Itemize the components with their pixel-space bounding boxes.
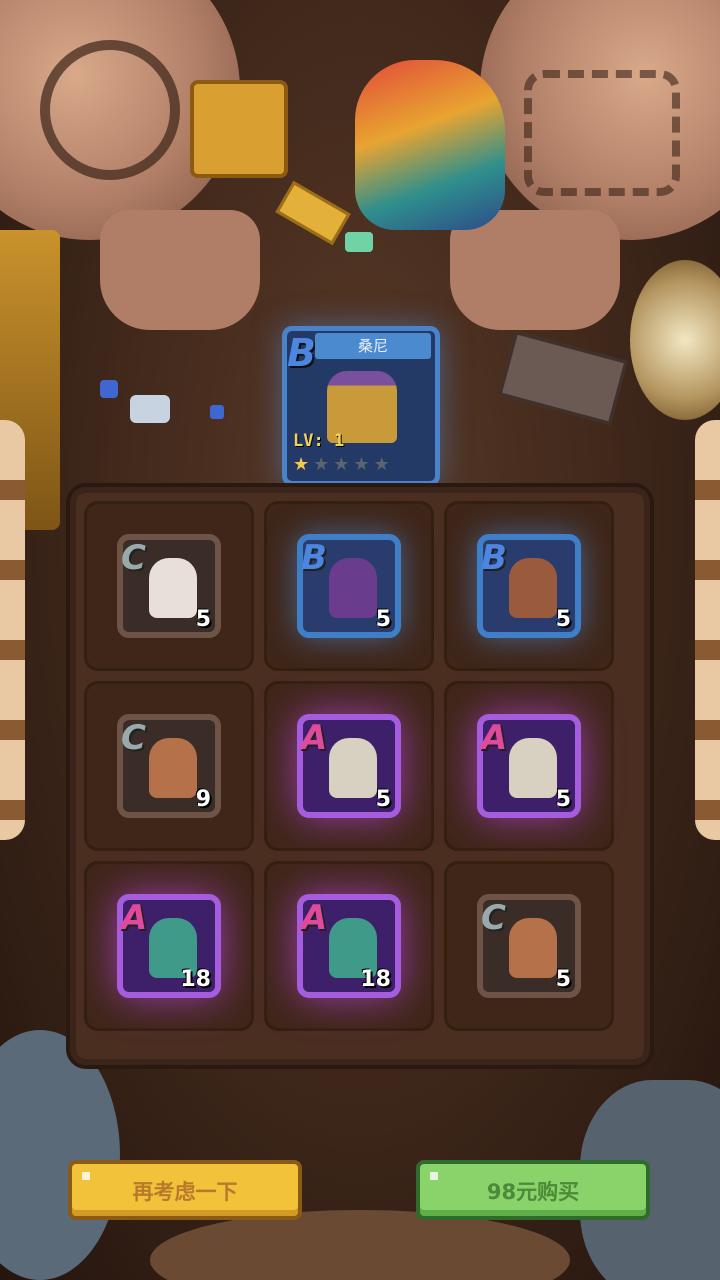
card-count: 5: [375, 787, 391, 812]
white-beard-sage-portrait-icon: [329, 738, 377, 798]
grid-slot: A5: [444, 681, 614, 851]
grid-slot: A 18: [84, 861, 254, 1031]
card-count: 5: [555, 787, 571, 812]
character-card[interactable]: B5: [297, 534, 401, 638]
character-card[interactable]: A5: [477, 714, 581, 818]
card-rank-badge: A: [301, 898, 328, 938]
dish-decoration: [150, 1210, 570, 1280]
green-gem-decoration: [345, 232, 373, 252]
character-card[interactable]: B5: [477, 534, 581, 638]
brown-fighter-portrait-icon: [509, 558, 557, 618]
button-shine: [82, 1172, 90, 1180]
grid-slot: A 18: [264, 861, 434, 1031]
card-rank-badge: A: [481, 718, 508, 758]
reward-grid: C 5 B 5 B 5 C 9 A 5 A 5 A 18 A 18 C 5: [70, 487, 650, 1065]
purple-shadow-portrait-icon: [329, 558, 377, 618]
character-card[interactable]: A5: [297, 714, 401, 818]
right-tattoo-decoration: [524, 70, 680, 196]
note-decoration: [498, 331, 628, 425]
card-count: 18: [360, 967, 391, 992]
star-empty-icon: ★: [373, 454, 390, 475]
white-beard-sage-portrait-icon: [509, 738, 557, 798]
reconsider-button-label: 再考虑一下: [132, 1180, 238, 1204]
card-count: 18: [180, 967, 211, 992]
hero-name: 桑尼: [315, 333, 431, 359]
grid-slot: B5: [264, 501, 434, 671]
card-count: 5: [375, 607, 391, 632]
grid-slot: C5: [444, 861, 614, 1031]
left-hand: [100, 210, 260, 330]
parrot-decoration: [355, 60, 505, 230]
star-empty-icon: ★: [313, 454, 330, 475]
card-count: 5: [195, 607, 211, 632]
hero-rank-badge: B: [287, 331, 316, 375]
buy-button[interactable]: 98元购买: [416, 1160, 650, 1220]
hero-star-rating: ★ ★ ★ ★ ★: [293, 455, 390, 475]
white-haired-warrior-portrait-icon: [149, 558, 197, 618]
card-rank-badge: B: [301, 538, 327, 578]
card-count: 9: [195, 787, 211, 812]
grid-slot: B5: [444, 501, 614, 671]
card-rank-badge: A: [301, 718, 328, 758]
character-card[interactable]: C9: [117, 714, 221, 818]
treasure-bowl-decoration: [630, 260, 720, 420]
card-rank-badge: C: [121, 718, 146, 758]
blue-gem-decoration: [210, 405, 224, 419]
character-card[interactable]: C5: [477, 894, 581, 998]
grid-slot: A5: [264, 681, 434, 851]
brown-hair-villager-portrait-icon: [149, 738, 197, 798]
card-rank-badge: B: [481, 538, 507, 578]
silver-ore-decoration: [130, 395, 170, 423]
left-tattoo-decoration: [40, 40, 180, 180]
hero-card[interactable]: B 桑尼 LV: 1 ★ ★ ★ ★ ★: [282, 326, 440, 486]
blue-gem-decoration: [100, 380, 118, 398]
hero-level: LV: 1: [293, 431, 345, 451]
reconsider-button[interactable]: 再考虑一下: [68, 1160, 302, 1220]
card-count: 5: [555, 607, 571, 632]
card-rank-badge: A: [121, 898, 148, 938]
button-shine: [430, 1172, 438, 1180]
star-empty-icon: ★: [333, 454, 350, 475]
card-rank-badge: C: [481, 898, 506, 938]
gold-bar-decoration: [275, 180, 351, 246]
grid-slot: C5: [84, 501, 254, 671]
right-rail-decoration: [695, 420, 720, 840]
buy-button-label: 98元购买: [486, 1180, 580, 1204]
grid-slot: C9: [84, 681, 254, 851]
card-count: 5: [555, 967, 571, 992]
armor-decoration: [0, 1030, 120, 1280]
brown-hair-villager-portrait-icon: [509, 918, 557, 978]
left-rail-decoration: [0, 420, 25, 840]
star-filled-icon: ★: [293, 454, 310, 475]
gold-pile-decoration: [190, 80, 288, 178]
card-rank-badge: C: [121, 538, 146, 578]
character-card[interactable]: C5: [117, 534, 221, 638]
star-empty-icon: ★: [353, 454, 370, 475]
character-card[interactable]: A 18: [117, 894, 221, 998]
character-card[interactable]: A 18: [297, 894, 401, 998]
